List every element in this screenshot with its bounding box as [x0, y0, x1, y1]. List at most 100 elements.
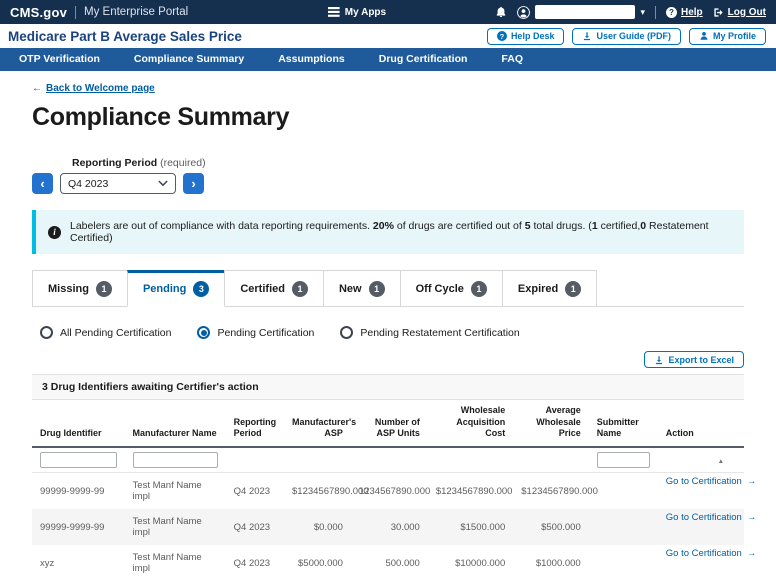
- arrow-right-icon: →: [747, 512, 757, 523]
- asp-units-cell: 500.000: [351, 545, 428, 581]
- my-apps-label: My Apps: [345, 7, 386, 18]
- cms-logo[interactable]: CMS.gov: [10, 5, 67, 20]
- submitter-name-filter-input[interactable]: [597, 452, 650, 468]
- tab-new[interactable]: New 1: [323, 270, 401, 306]
- tab-missing[interactable]: Missing 1: [32, 270, 128, 306]
- tab-label: Pending: [143, 283, 186, 295]
- download-icon: [654, 355, 664, 365]
- go-to-certification-link[interactable]: Go to Certification→: [666, 548, 757, 559]
- scrollbar-up-arrow[interactable]: ▲: [718, 459, 724, 466]
- table-filter-row: [32, 447, 744, 473]
- main-nav: OTP Verification Compliance Summary Assu…: [0, 48, 776, 71]
- user-guide-button[interactable]: User Guide (PDF): [572, 28, 681, 45]
- user-guide-label: User Guide (PDF): [596, 31, 671, 41]
- tab-label: Certified: [240, 283, 285, 295]
- go-to-certification-link[interactable]: Go to Certification→: [666, 512, 757, 523]
- help-link[interactable]: ? Help: [666, 7, 703, 18]
- col-number-of-asp-units: Number of ASP Units: [351, 400, 428, 447]
- radio-label: All Pending Certification: [60, 327, 171, 339]
- count-badge: 1: [565, 281, 581, 297]
- nav-item-otp-verification[interactable]: OTP Verification: [2, 48, 117, 71]
- appbar-buttons: ? Help Desk User Guide (PDF) My Profile: [487, 28, 768, 45]
- table-header-row: Drug Identifier Manufacturer Name Report…: [32, 400, 744, 447]
- bell-icon[interactable]: [495, 6, 507, 18]
- reporting-period-cell: Q4 2023: [226, 473, 284, 510]
- pending-drugs-table: Drug Identifier Manufacturer Name Report…: [32, 400, 744, 581]
- question-icon: ?: [497, 31, 507, 41]
- tab-certified[interactable]: Certified 1: [224, 270, 324, 306]
- reporting-period-label: Reporting Period (required): [72, 157, 744, 169]
- drug-identifier-cell: 99999-9999-99: [32, 473, 125, 510]
- tab-label: New: [339, 283, 362, 295]
- download-icon: [582, 31, 592, 41]
- radio-icon-selected: [197, 326, 210, 339]
- count-badge: 1: [96, 281, 112, 297]
- table-row: 99999-9999-99 Test Manf Name impl Q4 202…: [32, 473, 744, 510]
- radio-pending-restatement-certification[interactable]: Pending Restatement Certification: [340, 326, 519, 339]
- my-apps-button[interactable]: My Apps: [328, 7, 386, 18]
- top-header-bar: CMS.gov My Enterprise Portal My Apps ▾ ?…: [0, 0, 776, 24]
- export-to-excel-button[interactable]: Export to Excel: [644, 351, 744, 368]
- chevron-down-icon: [158, 180, 168, 187]
- radio-pending-certification[interactable]: Pending Certification: [197, 326, 314, 339]
- manufacturer-name-filter-input[interactable]: [133, 452, 218, 468]
- manufacturer-name-cell: Test Manf Name impl: [125, 509, 226, 545]
- topbar-right-group: ▾ ? Help Log Out: [495, 5, 766, 19]
- export-toolbar: Export to Excel: [32, 351, 744, 368]
- radio-all-pending-certification[interactable]: All Pending Certification: [40, 326, 171, 339]
- count-badge: 3: [193, 281, 209, 297]
- nav-item-faq[interactable]: FAQ: [484, 48, 540, 71]
- drug-identifier-cell: xyz: [32, 545, 125, 581]
- help-desk-button[interactable]: ? Help Desk: [487, 28, 565, 45]
- my-profile-button[interactable]: My Profile: [689, 28, 766, 45]
- previous-period-button[interactable]: ‹: [32, 173, 53, 194]
- tab-pending[interactable]: Pending 3: [127, 270, 225, 307]
- avatar-icon: [517, 6, 530, 19]
- col-submitter-name: Submitter Name: [589, 400, 658, 447]
- tab-expired[interactable]: Expired 1: [502, 270, 597, 306]
- col-average-wholesale-price: Average Wholesale Price: [513, 400, 588, 447]
- action-cell: Go to Certification→: [658, 545, 744, 581]
- pending-drugs-table-card: 3 Drug Identifiers awaiting Certifier's …: [32, 374, 744, 581]
- app-title: Medicare Part B Average Sales Price: [8, 29, 242, 44]
- wac-cell: $10000.000: [428, 545, 513, 581]
- manufacturer-name-cell: Test Manf Name impl: [125, 545, 226, 581]
- help-desk-label: Help Desk: [511, 31, 555, 41]
- manufacturers-asp-cell: $5000.000: [284, 545, 351, 581]
- logout-icon: [713, 7, 724, 18]
- col-action: Action: [658, 400, 744, 447]
- reporting-period-cell: Q4 2023: [226, 509, 284, 545]
- reporting-period-select[interactable]: Q4 2023: [60, 173, 176, 194]
- radio-icon: [340, 326, 353, 339]
- tab-label: Expired: [518, 283, 558, 295]
- nav-item-assumptions[interactable]: Assumptions: [261, 48, 362, 71]
- table-row: 99999-9999-99 Test Manf Name impl Q4 202…: [32, 509, 744, 545]
- drug-identifier-cell: 99999-9999-99: [32, 509, 125, 545]
- nav-item-drug-certification[interactable]: Drug Certification: [362, 48, 485, 71]
- tab-off-cycle[interactable]: Off Cycle 1: [400, 270, 503, 306]
- logout-label: Log Out: [728, 7, 766, 18]
- help-label: Help: [681, 7, 703, 18]
- nav-item-compliance-summary[interactable]: Compliance Summary: [117, 48, 261, 71]
- reporting-period-block: Reporting Period (required) ‹ Q4 2023 ›: [32, 157, 744, 194]
- count-badge: 1: [292, 281, 308, 297]
- arrow-right-icon: →: [747, 476, 757, 487]
- user-menu[interactable]: ▾: [517, 5, 645, 19]
- go-to-certification-link[interactable]: Go to Certification→: [666, 476, 757, 487]
- arrow-right-icon: →: [747, 548, 757, 559]
- next-period-button[interactable]: ›: [183, 173, 204, 194]
- export-label: Export to Excel: [668, 355, 734, 365]
- back-to-welcome-link[interactable]: ← Back to Welcome page: [32, 83, 155, 94]
- manufacturers-asp-cell: $0.000: [284, 509, 351, 545]
- redacted-username: [535, 5, 635, 19]
- topbar-divider: [655, 6, 656, 19]
- drug-identifier-filter-input[interactable]: [40, 452, 117, 468]
- submitter-name-cell: [589, 509, 658, 545]
- tab-label: Missing: [48, 283, 89, 295]
- count-badge: 1: [369, 281, 385, 297]
- pending-filter-radios: All Pending Certification Pending Certif…: [40, 326, 744, 339]
- submitter-name-cell: [589, 545, 658, 581]
- manufacturer-name-cell: Test Manf Name impl: [125, 473, 226, 510]
- col-manufacturer-name: Manufacturer Name: [125, 400, 226, 447]
- logout-link[interactable]: Log Out: [713, 7, 766, 18]
